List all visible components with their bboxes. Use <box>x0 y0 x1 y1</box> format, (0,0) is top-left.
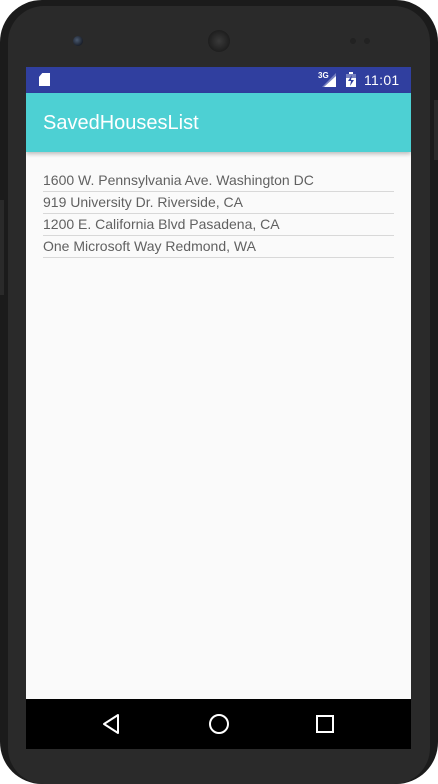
power-button <box>434 100 438 160</box>
back-icon[interactable] <box>100 712 124 736</box>
app-bar: SavedHousesList <box>26 93 411 152</box>
light-sensor <box>364 38 370 44</box>
status-time: 11:01 <box>364 72 400 88</box>
saved-houses-list: 1600 W. Pennsylvania Ave. Washington DC … <box>43 170 394 258</box>
front-camera <box>73 36 83 46</box>
navigation-bar <box>26 699 411 749</box>
house-list-item[interactable]: 1600 W. Pennsylvania Ave. Washington DC <box>43 170 394 192</box>
house-list-item[interactable]: One Microsoft Way Redmond, WA <box>43 236 394 258</box>
house-list-item[interactable]: 1200 E. California Blvd Pasadena, CA <box>43 214 394 236</box>
status-bar: 3G 11:01 <box>26 67 411 93</box>
volume-button <box>0 200 4 295</box>
home-icon[interactable] <box>207 712 231 736</box>
battery-icon <box>346 72 356 87</box>
app-title: SavedHousesList <box>43 112 199 134</box>
screen: 3G 11:01 SavedHousesList 1600 W. Pennsyl… <box>26 67 411 749</box>
signal-icon <box>322 73 336 87</box>
device-frame: 3G 11:01 SavedHousesList 1600 W. Pennsyl… <box>0 0 438 784</box>
sd-card-icon <box>39 73 50 86</box>
recents-icon[interactable] <box>313 712 337 736</box>
proximity-sensor <box>350 38 356 44</box>
earpiece-speaker <box>208 30 230 52</box>
house-list-item[interactable]: 919 University Dr. Riverside, CA <box>43 192 394 214</box>
